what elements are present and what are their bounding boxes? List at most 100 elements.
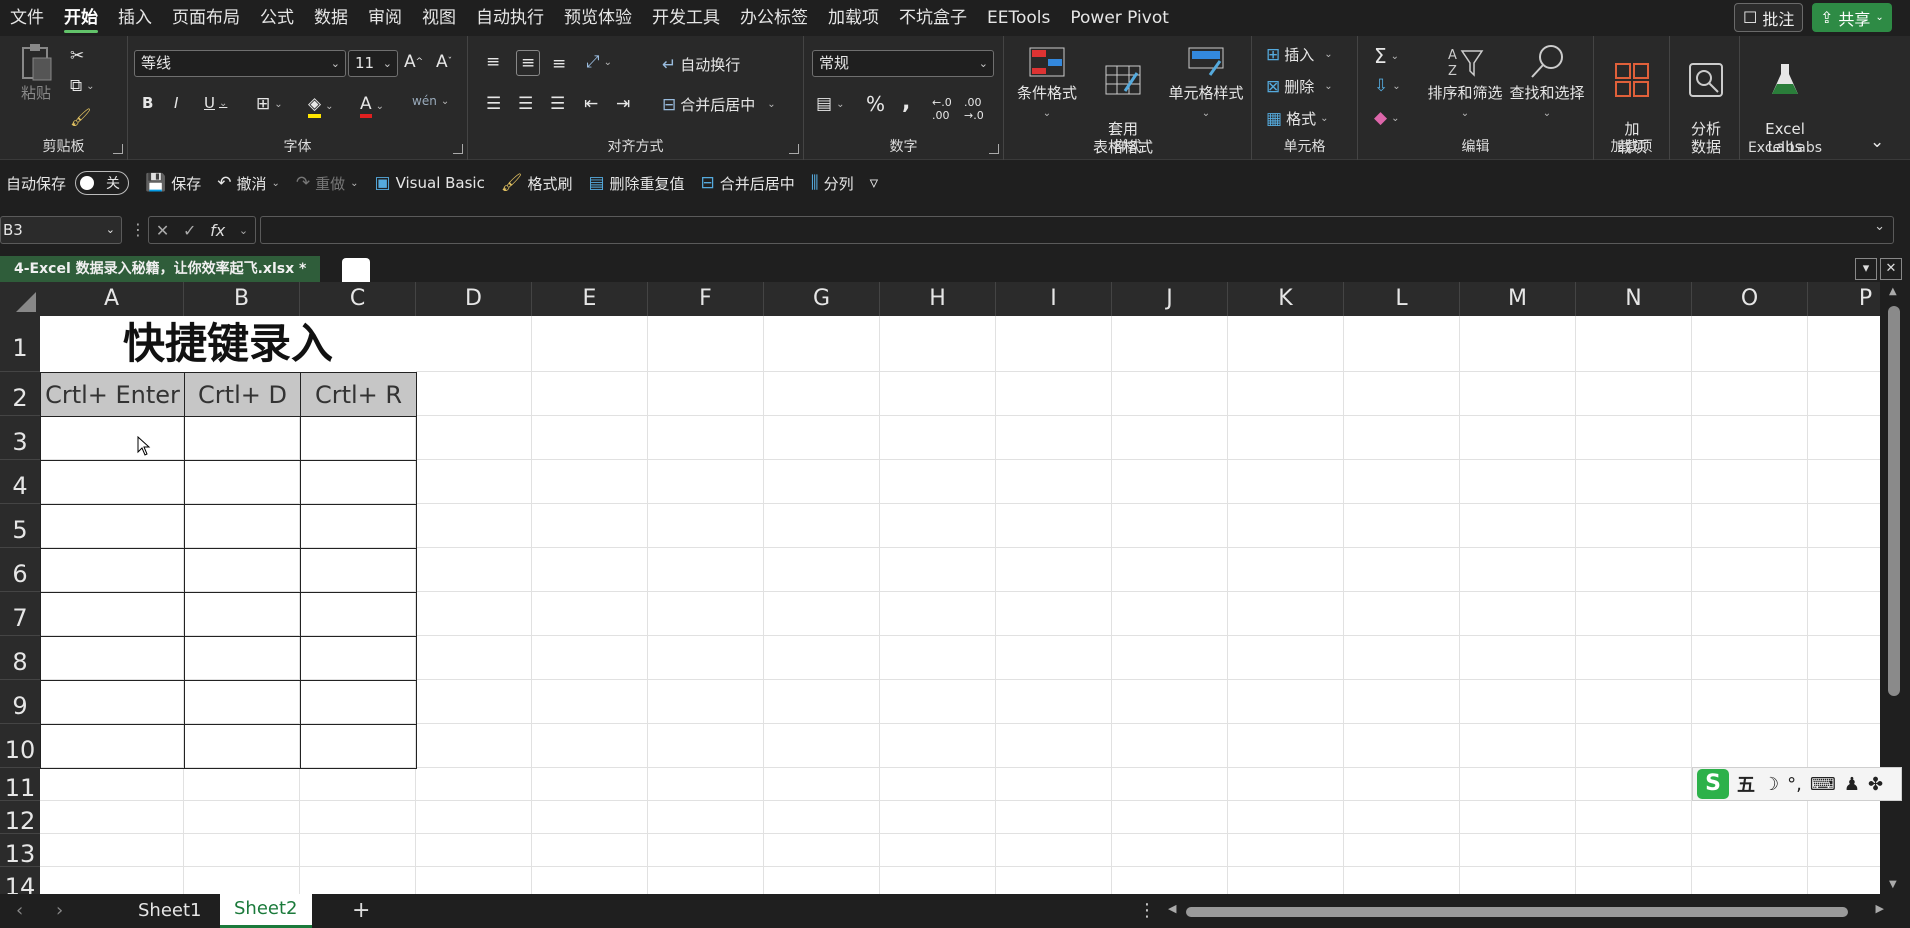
menu-tab[interactable]: EETools [977, 0, 1060, 36]
insert-cells-button[interactable]: ⊞ 插入 ⌄ [1266, 44, 1333, 65]
menu-tab[interactable]: 审阅 [358, 0, 412, 36]
grid-cell[interactable] [532, 504, 648, 548]
grid-cell[interactable] [996, 867, 1112, 894]
align-right-button[interactable]: ☰ [550, 94, 565, 114]
grid-cell[interactable] [1344, 372, 1460, 416]
grid-cell[interactable] [1808, 504, 1880, 548]
grid-cell[interactable] [1576, 724, 1692, 768]
column-header[interactable]: C [300, 282, 416, 316]
grid-cell[interactable] [1460, 768, 1576, 801]
grid-cell[interactable] [1112, 636, 1228, 680]
table-cell[interactable] [40, 504, 185, 549]
grid-cell[interactable] [1112, 801, 1228, 834]
new-workbook-tab[interactable] [342, 258, 370, 282]
find-select-button[interactable]: 查找和选择 ⌄ [1506, 42, 1588, 123]
grid-cell[interactable] [532, 636, 648, 680]
grid-cell[interactable] [1228, 372, 1344, 416]
column-header[interactable]: D [416, 282, 532, 316]
grid-cell[interactable] [416, 768, 532, 801]
delete-cells-button[interactable]: ⊠ 删除 ⌄ [1266, 76, 1333, 97]
menu-tab[interactable]: 公式 [250, 0, 304, 36]
menu-tab[interactable]: 加载项 [818, 0, 889, 36]
grid-cell[interactable] [1228, 768, 1344, 801]
grid-cell[interactable] [1808, 592, 1880, 636]
grid-cell[interactable] [1112, 460, 1228, 504]
grid-cell[interactable] [648, 636, 764, 680]
bold-button[interactable]: B [142, 94, 153, 112]
grid-cell[interactable] [1228, 801, 1344, 834]
grid-cell[interactable] [40, 768, 184, 801]
row-header[interactable]: 5 [0, 504, 40, 548]
column-header[interactable]: L [1344, 282, 1460, 316]
column-header[interactable]: M [1460, 282, 1576, 316]
analyze-data-button[interactable]: 分析 数据 [1676, 42, 1736, 156]
grid-cell[interactable] [1808, 372, 1880, 416]
grid-cell[interactable] [648, 801, 764, 834]
grid-cell[interactable] [1692, 636, 1808, 680]
accounting-format-button[interactable]: ▤ ⌄ [816, 94, 844, 114]
grid-cell[interactable] [880, 867, 996, 894]
grid-cell[interactable] [184, 867, 300, 894]
scroll-left-icon[interactable]: ◀ [1168, 902, 1176, 915]
grid-cell[interactable] [300, 834, 416, 867]
grid-cell[interactable] [300, 801, 416, 834]
grid-cell[interactable] [532, 680, 648, 724]
font-name-select[interactable]: 等线 ⌄ [134, 50, 346, 77]
grid-cell[interactable] [1228, 592, 1344, 636]
grid-cell[interactable] [1808, 636, 1880, 680]
grid-cell[interactable] [1692, 548, 1808, 592]
grid-cell[interactable] [532, 316, 648, 372]
grid-cell[interactable] [648, 416, 764, 460]
sort-filter-button[interactable]: AZ 排序和筛选 ⌄ [1424, 42, 1506, 123]
table-cell[interactable] [300, 504, 417, 549]
grid-cell[interactable] [996, 592, 1112, 636]
grid-cell[interactable] [1576, 460, 1692, 504]
grid-cell[interactable] [764, 372, 880, 416]
column-header[interactable]: K [1228, 282, 1344, 316]
table-header-cell[interactable]: Crtl+ Enter [40, 372, 185, 417]
grid-cell[interactable] [1692, 316, 1808, 372]
grid-cell[interactable] [880, 548, 996, 592]
vertical-scrollbar[interactable]: ▲ ▼ [1880, 282, 1910, 894]
grid-cell[interactable] [1576, 416, 1692, 460]
grid-cell[interactable] [1576, 680, 1692, 724]
grid-cell[interactable] [1808, 460, 1880, 504]
grid-cell[interactable] [996, 834, 1112, 867]
cancel-icon[interactable]: ✕ [156, 221, 169, 240]
grid-cell[interactable] [1692, 680, 1808, 724]
grid-cell[interactable] [416, 867, 532, 894]
grid-cell[interactable] [1460, 316, 1576, 372]
grid-cell[interactable] [1228, 636, 1344, 680]
grid-cell[interactable] [1576, 372, 1692, 416]
grid-cell[interactable] [996, 504, 1112, 548]
grid-cell[interactable] [1808, 834, 1880, 867]
grid-cell[interactable] [1228, 834, 1344, 867]
grid-cell[interactable] [1112, 416, 1228, 460]
grid-cell[interactable] [1112, 680, 1228, 724]
grid-cell[interactable] [416, 724, 532, 768]
grid-cell[interactable] [996, 801, 1112, 834]
number-format-select[interactable]: 常规 ⌄ [812, 50, 994, 77]
grid-cell[interactable] [880, 680, 996, 724]
grid-cell[interactable] [40, 834, 184, 867]
grid-cell[interactable] [40, 801, 184, 834]
grid-cell[interactable] [996, 372, 1112, 416]
merge-center-qab-button[interactable]: ⊟ 合并后居中 [693, 173, 803, 194]
cell-styles-button[interactable]: 单元格样式 ⌄ [1164, 42, 1248, 123]
grid-cell[interactable] [1228, 548, 1344, 592]
grid-cell[interactable] [1460, 724, 1576, 768]
grid-cell[interactable] [1576, 316, 1692, 372]
grid-cell[interactable] [1576, 592, 1692, 636]
grid-cell[interactable] [532, 768, 648, 801]
grid-cell[interactable] [532, 867, 648, 894]
grid-cell[interactable] [1112, 867, 1228, 894]
grid-cell[interactable] [648, 592, 764, 636]
enter-icon[interactable]: ✓ [183, 221, 196, 240]
copy-button[interactable]: ⧉ ⌄ [70, 76, 95, 96]
grid-cell[interactable] [1460, 867, 1576, 894]
grid-cell[interactable] [764, 636, 880, 680]
grid-cell[interactable] [764, 416, 880, 460]
grid-cell[interactable] [1344, 867, 1460, 894]
grid-cell[interactable] [1576, 834, 1692, 867]
text-to-columns-button[interactable]: ⫼ 分列 [803, 173, 862, 194]
